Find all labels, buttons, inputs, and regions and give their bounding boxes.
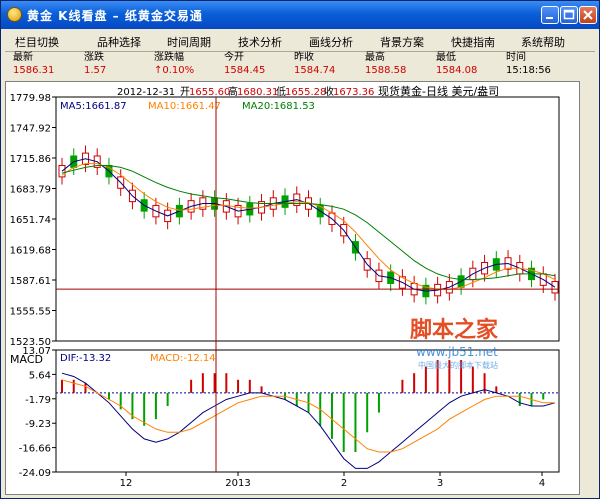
menu-switch-section[interactable]: 栏目切换 [15,34,59,50]
chart-panel[interactable]: 2012-12-31 开 1655.60 高 1680.31 低 1655.28… [5,81,580,495]
header-low: 1655.28 [285,87,326,98]
quote-value: 15:18:56 [506,65,551,76]
app-window: 黄金 K线看盘 – 纸黄金交易通 栏目切换 品种选择 时间周期 技术分析 画线分… [0,0,600,499]
candle-body [551,281,559,294]
time-tick-label: 3 [437,478,443,489]
menu-system-help[interactable]: 系统帮助 [521,34,565,50]
price-tick-label: 1619.68 [10,246,51,257]
menu-bar: 栏目切换 品种选择 时间周期 技术分析 画线分析 背景方案 快捷指南 系统帮助 [5,31,595,52]
right-scrollbar[interactable] [581,81,595,495]
macd-histogram [61,360,545,453]
macd-tick-label: 13.07 [22,346,51,357]
quote-value: 1584.45 [224,65,266,76]
quote-change: 涨跌 1.57 [84,52,106,78]
line-dif [61,372,556,469]
quote-label: 最新 [13,52,33,63]
maximize-button[interactable] [560,6,578,24]
header-open: 1655.60 [189,87,230,98]
watermark-url: www.jb51.net [416,345,498,359]
ma20-label: MA20:1681.53 [242,101,315,112]
time-tick-label: 2013 [225,478,250,489]
title-bar[interactable]: 黄金 K线看盘 – 纸黄金交易通 [1,1,599,29]
time-tick-label: 2 [341,478,347,489]
minimize-button[interactable] [541,6,559,24]
quote-label: 涨跌幅 [154,52,184,63]
quote-latest: 最新 1586.31 [13,52,54,78]
price-tick-label: 1651.74 [10,215,51,226]
time-tick-label: 12 [120,478,133,489]
quote-value: 1.57 [84,65,107,76]
menu-time-period[interactable]: 时间周期 [167,34,211,50]
quote-label: 最低 [436,52,456,63]
price-tick-label: 1683.79 [10,185,51,196]
quote-label: 时间 [506,52,526,63]
quote-low: 最低 1584.08 [436,52,477,78]
menu-background-scheme[interactable]: 背景方案 [380,34,424,50]
macd-tick-label: 5.64 [29,370,51,381]
price-tick-label: 1747.92 [10,124,51,135]
menu-shortcut-guide[interactable]: 快捷指南 [451,34,495,50]
macd-tick-label: -9.23 [25,419,51,430]
macd-tick-label: -24.09 [19,468,51,479]
quote-value: ↑0.10% [154,65,195,76]
menu-technical-analysis[interactable]: 技术分析 [238,34,282,50]
quote-value: 1586.31 [13,65,55,76]
quote-high: 最高 1588.58 [365,52,406,78]
watermark-sub: 中国最大的脚本下载站 [418,360,498,370]
quote-label: 最高 [365,52,385,63]
close-button[interactable] [579,6,597,24]
price-tick-label: 1587.61 [10,276,51,287]
close-icon [583,10,593,20]
quote-value: 1584.08 [436,65,478,76]
macd-tick-label: -1.79 [25,395,51,406]
window-title: 黄金 K线看盘 – 纸黄金交易通 [27,9,203,23]
menu-drawing-analysis[interactable]: 画线分析 [309,34,353,50]
quote-change-percent: 涨跌幅 ↑0.10% [154,52,194,78]
header-close: 1673.36 [333,87,374,98]
quote-today-open: 今开 1584.45 [224,52,265,78]
quote-value: 1584.74 [294,65,336,76]
gold-app-icon [7,7,22,22]
watermark-main: 脚本之家 [410,317,499,343]
minimize-icon [546,17,553,19]
menu-select-instrument[interactable]: 品种选择 [97,34,141,50]
quote-time: 时间 15:18:56 [506,52,551,78]
line-ma5 [61,158,556,292]
quote-label: 今开 [224,52,244,63]
header-date: 2012-12-31 [117,87,175,98]
candles [58,145,559,305]
ma10-label: MA10:1661.47 [148,101,221,112]
quote-label: 涨跌 [84,52,104,63]
quote-prev-close: 昨收 1584.74 [294,52,335,78]
header-high: 1680.31 [237,87,278,98]
macd-label: MACD:-12.14 [150,353,216,364]
price-tick-label: 1779.98 [10,93,51,104]
dif-label: DIF:-13.32 [60,353,111,364]
quote-value: 1588.58 [365,65,407,76]
axis-layer: 1779.98 1747.92 1715.86 1683.79 1651.74 1619.… [10,93,560,489]
time-tick-label: 4 [539,478,545,489]
instrument-title: 现货黄金-日线 美元/盎司 [378,84,499,98]
ma5-label: MA5:1661.87 [60,101,127,112]
price-pane-frame [55,96,560,342]
quote-bar: 最新 1586.31 涨跌 1.57 涨跌幅 ↑0.10% 今开 1584.45… [5,52,595,80]
maximize-icon [563,9,575,20]
line-ma20 [61,165,556,281]
macd-tick-label: -16.66 [19,444,51,455]
kline-chart[interactable]: 2012-12-31 开 1655.60 高 1680.31 低 1655.28… [6,82,579,494]
quote-label: 昨收 [294,52,314,63]
price-tick-label: 1555.55 [10,307,51,318]
price-tick-label: 1715.86 [10,154,51,165]
watermark: 脚本之家 www.jb51.net 中国最大的脚本下载站 [410,317,499,370]
